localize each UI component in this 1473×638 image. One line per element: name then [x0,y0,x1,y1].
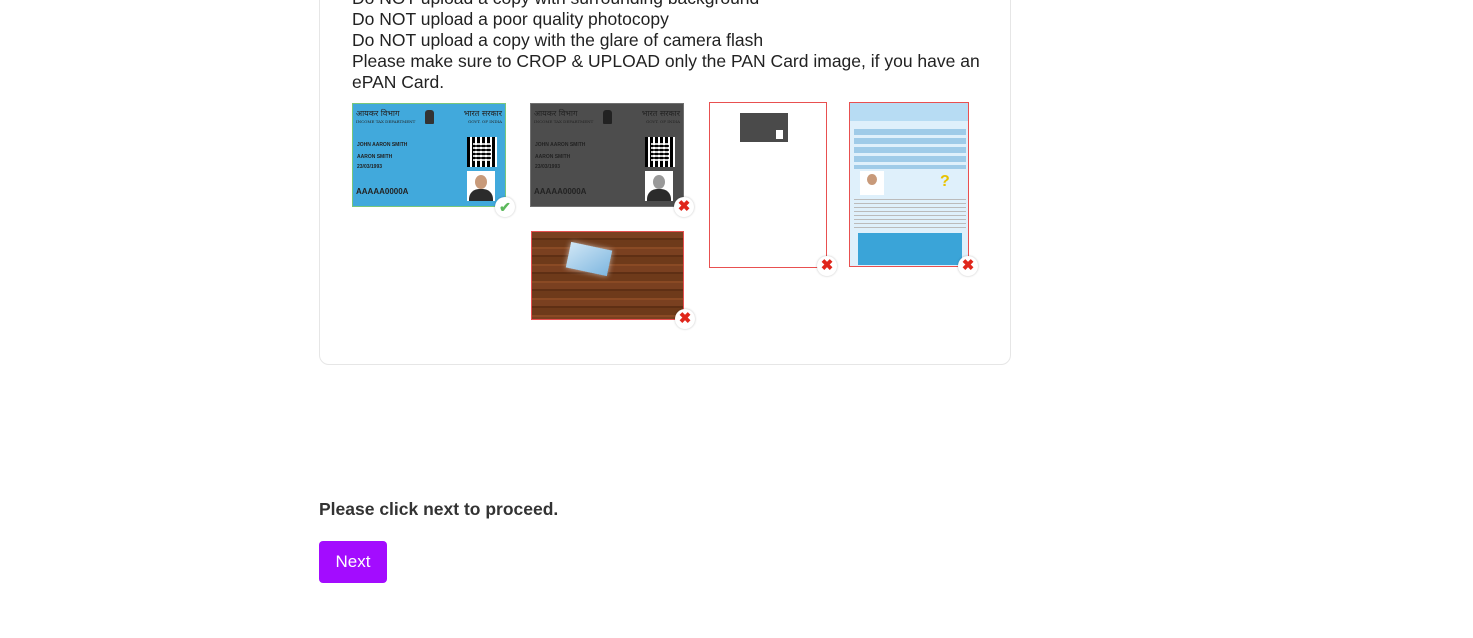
epan-header-image [850,103,968,121]
guideline-item: Do NOT upload a copy with surrounding ba… [352,0,982,9]
pan-father-name: AARON SMITH [535,154,571,160]
emblem-icon [603,110,612,124]
guideline-item: Please make sure to CROP & UPLOAD only t… [352,51,980,92]
sample-uncropped-page [709,102,827,268]
pan-govt-hindi: भारत सरकार [641,109,680,118]
guideline-item: Do NOT upload a poor quality photocopy [352,9,669,29]
pan-dept-english: INCOME TAX DEPARTMENT [356,119,416,124]
sample-full-epan-page: ? [849,102,969,267]
pan-card-grayscale-image: आयकर विभाग INCOME TAX DEPARTMENT भारत सर… [531,104,683,206]
upload-guidelines-card: Do NOT upload a copy with surrounding ba… [319,0,1011,365]
pan-govt-english: GOVT. OF INDIA [468,119,502,124]
pan-dept-english: INCOME TAX DEPARTMENT [534,119,594,124]
pan-name: JOHN AARON SMITH [357,142,408,148]
pan-dept-hindi: आयकर विभाग [356,109,400,118]
sample-grayscale-copy: आयकर विभाग INCOME TAX DEPARTMENT भारत सर… [530,103,684,207]
pan-father-name: AARON SMITH [357,154,393,160]
proceed-instruction: Please click next to proceed. [319,499,559,519]
epan-photo-image [860,171,884,195]
small-card-image [740,113,788,142]
cross-icon: ✖ [674,197,694,217]
epan-form-lines-image [854,129,966,169]
epan-text-block-image [854,199,966,229]
question-icon: ? [940,173,950,190]
pan-name: JOHN AARON SMITH [535,142,586,148]
guideline-item: Do NOT upload a copy with the glare of c… [352,30,764,50]
pan-govt-english: GOVT. OF INDIA [646,119,680,124]
qr-code-icon [467,137,497,167]
pan-number: AAAAA0000A [534,187,587,196]
photo-image [467,171,495,201]
pan-dob: 23/03/1993 [357,164,383,170]
pan-number: AAAAA0000A [356,187,409,196]
guidelines-list: Do NOT upload a copy with surrounding ba… [352,0,982,93]
next-button[interactable]: Next [319,541,387,583]
qr-code-icon [645,137,675,167]
cross-icon: ✖ [958,256,978,276]
pan-govt-hindi: भारत सरकार [463,109,502,118]
emblem-icon [425,110,434,124]
pan-card-image: आयकर विभाग INCOME TAX DEPARTMENT भारत सर… [353,104,505,206]
photo-image [645,171,673,201]
sample-correct-pan-card: आयकर विभाग INCOME TAX DEPARTMENT भारत सर… [352,103,506,207]
tilted-card-image [565,241,613,277]
sample-card-with-background [531,231,684,320]
check-icon: ✔ [495,197,515,217]
pan-dob: 23/03/1993 [535,164,561,170]
epan-card-image [858,233,962,265]
cross-icon: ✖ [817,256,837,276]
pan-dept-hindi: आयकर विभाग [534,109,578,118]
cross-icon: ✖ [675,309,695,329]
